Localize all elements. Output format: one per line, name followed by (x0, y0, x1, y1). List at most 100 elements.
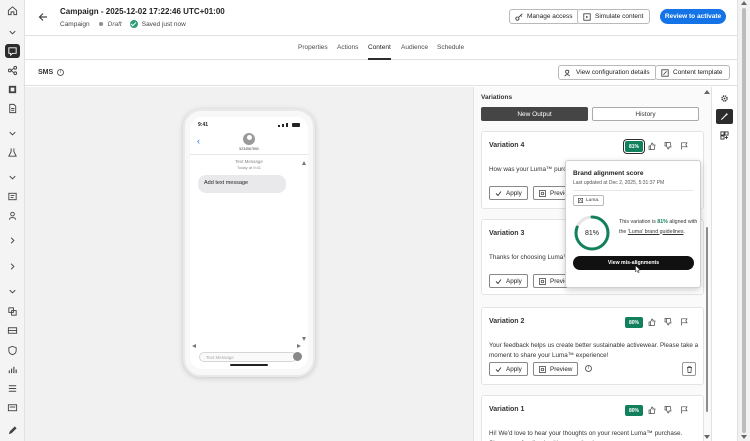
info-icon[interactable]: i (585, 365, 592, 372)
phone-scrollbar[interactable] (302, 161, 306, 341)
phone-time: 9:41 (198, 122, 209, 128)
divider (190, 154, 308, 155)
trash-icon[interactable] (682, 362, 696, 376)
scroll-right-icon[interactable] (297, 344, 301, 348)
back-arrow-icon[interactable] (37, 11, 49, 23)
content-icon[interactable] (6, 83, 19, 95)
chevron-right-icon[interactable] (6, 260, 19, 272)
brand-score-badge[interactable]: 80% (625, 405, 643, 416)
pencil-icon[interactable] (6, 424, 19, 436)
flag-icon[interactable] (680, 318, 688, 327)
preview-label: Preview (550, 365, 573, 373)
campaigns-icon[interactable] (5, 44, 20, 58)
apply-button[interactable]: Apply (489, 274, 528, 288)
view-configuration-button[interactable]: View configuration details (558, 65, 657, 80)
simulate-icon (583, 12, 591, 21)
gear-icon[interactable] (718, 92, 731, 105)
flag-icon[interactable] (680, 142, 688, 151)
status-dot-icon (98, 22, 103, 26)
score-value: 81% (584, 229, 599, 237)
variation-name: Variation 3 (489, 230, 525, 237)
tab-content[interactable]: Content (368, 44, 391, 60)
alignment-text: This variation is 81% aligned with the '… (619, 218, 699, 237)
shield-icon[interactable] (6, 344, 19, 356)
journeys-icon[interactable] (6, 64, 19, 76)
tab-properties[interactable]: Properties (298, 44, 328, 51)
audiences-icon[interactable] (6, 190, 19, 202)
chevron-right-icon[interactable] (6, 234, 19, 246)
folder-icon[interactable] (6, 401, 19, 413)
brand-alignment-popover: Brand alignment score Last updated at De… (565, 160, 701, 288)
brand-name: Luma. (586, 198, 600, 203)
thumbs-down-icon[interactable] (664, 142, 672, 151)
variation-card: Variation 1 80% Hi! We'd love to hear yo… (481, 395, 704, 441)
components-icon[interactable] (718, 129, 731, 142)
phone-number: 5234567890 (239, 147, 259, 151)
home-indicator (230, 364, 268, 366)
apply-button[interactable]: Apply (489, 362, 528, 376)
flask-icon[interactable] (6, 146, 19, 158)
thumbs-up-icon[interactable] (648, 142, 656, 151)
preview-button[interactable]: Preview (533, 362, 579, 376)
brand-score-badge[interactable]: 80% (625, 317, 643, 328)
thumbs-down-icon[interactable] (664, 406, 672, 415)
review-to-activate-button[interactable]: Review to activate (660, 9, 726, 24)
schemas-icon[interactable] (6, 305, 19, 317)
save-status: Saved just now (141, 20, 186, 28)
tab-audience[interactable]: Audience (401, 44, 428, 51)
chevron-down-icon[interactable] (6, 127, 19, 139)
campaign-type: Campaign (60, 20, 90, 28)
profiles-icon[interactable] (6, 209, 19, 221)
magic-wand-icon[interactable] (716, 109, 733, 124)
check-icon (495, 190, 502, 196)
datasets-icon[interactable] (6, 324, 19, 336)
apply-button[interactable]: Apply (489, 186, 528, 200)
page-header: Campaign - 2025-12-02 17:22:46 UTC+01:00… (25, 0, 737, 36)
simulate-content-button[interactable]: Simulate content (577, 9, 651, 24)
alignment-percent: 81% (657, 219, 668, 225)
apply-label: Apply (506, 189, 522, 197)
chevron-down-icon[interactable] (6, 285, 19, 297)
tab-actions[interactable]: Actions (337, 44, 358, 51)
apply-label: Apply (506, 365, 522, 373)
signal-battery-icon (278, 122, 300, 127)
variation-text: Hi! We'd love to hear your thoughts on y… (489, 430, 683, 441)
variation-name: Variation 2 (489, 318, 525, 325)
chevron-down-icon[interactable] (6, 171, 19, 183)
list-icon[interactable] (6, 382, 19, 394)
variation-name: Variation 4 (489, 142, 525, 149)
document-icon[interactable] (6, 102, 19, 114)
divider (573, 190, 693, 191)
message-type: Text Message (235, 159, 263, 164)
right-toolbar (711, 87, 737, 441)
simulate-content-label: Simulate content (595, 13, 644, 20)
reports-icon[interactable] (6, 363, 19, 375)
view-misalignments-button[interactable]: View mis-alignments (573, 256, 694, 270)
info-icon[interactable]: i (57, 69, 64, 76)
thumbs-up-icon[interactable] (648, 406, 656, 415)
new-output-tab[interactable]: New Output (481, 107, 588, 121)
home-icon[interactable] (6, 4, 19, 16)
manage-access-button[interactable]: Manage access (509, 9, 580, 24)
tab-schedule[interactable]: Schedule (437, 44, 464, 51)
key-icon (515, 13, 523, 21)
thumbs-down-icon[interactable] (664, 318, 672, 327)
variations-title: Variations (481, 94, 513, 101)
content-template-button[interactable]: Content template (655, 65, 730, 80)
template-icon (661, 68, 669, 77)
flag-icon[interactable] (680, 406, 688, 415)
scroll-left-icon[interactable] (192, 344, 196, 348)
thumbs-up-icon[interactable] (648, 318, 656, 327)
history-tab[interactable]: History (592, 107, 699, 121)
page-title: Campaign - 2025-12-02 17:22:46 UTC+01:00 (60, 7, 225, 16)
chevron-down-icon[interactable] (6, 26, 19, 38)
phone-back-icon: ‹ (197, 136, 200, 146)
brand-score-badge[interactable]: 81% (623, 139, 645, 154)
brand-icon (578, 198, 583, 203)
brand-guidelines-link[interactable]: 'Luma' brand guidelines (628, 229, 684, 235)
send-icon (293, 352, 302, 361)
message-bubble[interactable]: Add text message (198, 175, 286, 193)
brand-tag: Luma. (573, 195, 605, 206)
panel-scrollbar[interactable] (703, 87, 711, 441)
page-scrollbar[interactable] (737, 0, 750, 441)
